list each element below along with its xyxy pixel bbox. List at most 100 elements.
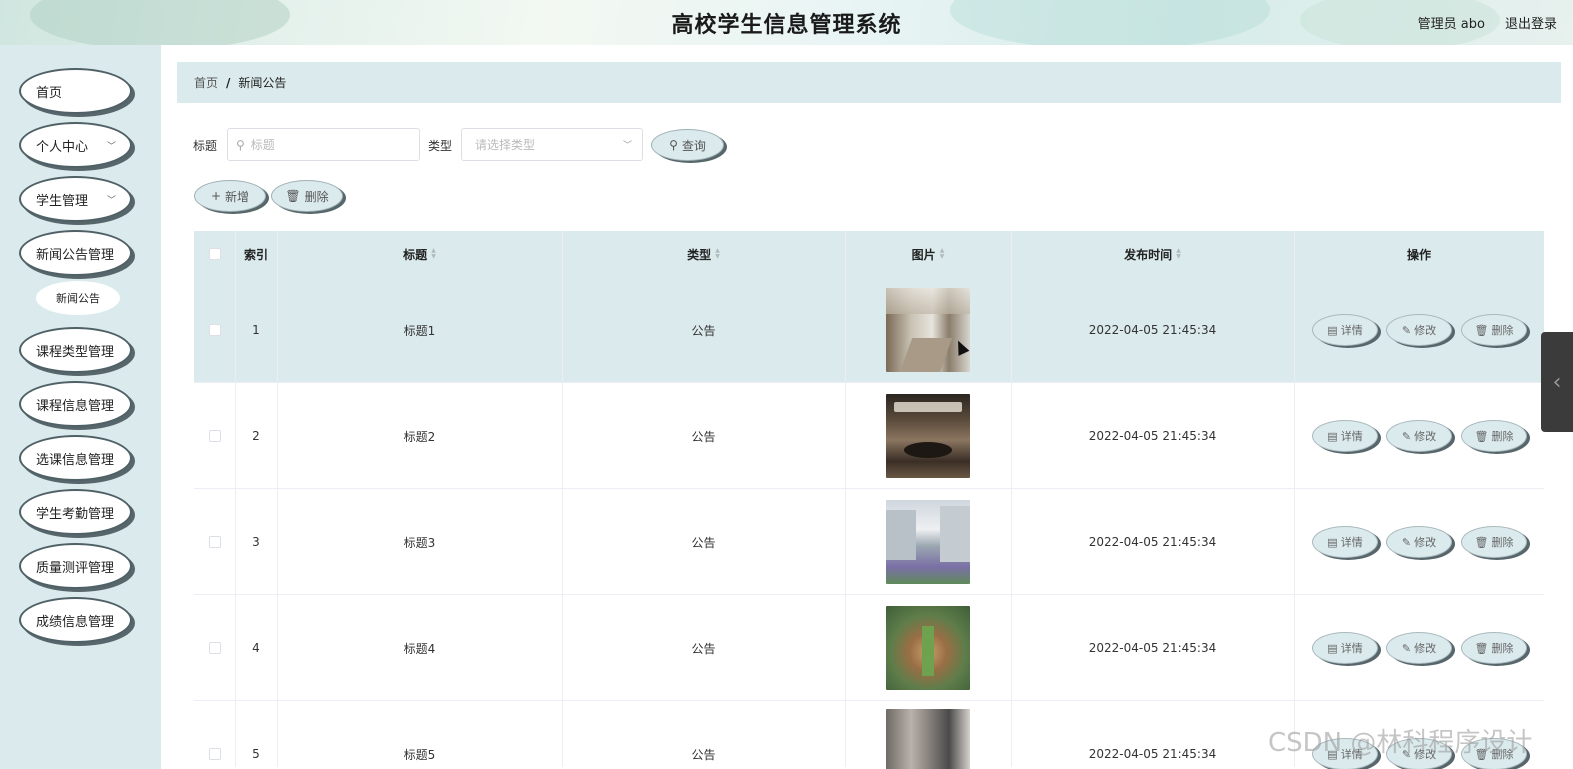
trash-icon: 🗑︎ bbox=[285, 189, 301, 203]
row-image[interactable] bbox=[886, 500, 970, 584]
edit-button[interactable]: ✎ 修改 bbox=[1386, 526, 1452, 558]
side-panel-toggle[interactable]: ‹ bbox=[1541, 332, 1573, 432]
row-type: 公告 bbox=[691, 747, 716, 762]
table-header: 索引 标题 ▲ ▼ 类型 ▲ ▼ 图片 ▲ ▼ 发布时间 ▲ ▼ 操作 bbox=[194, 231, 1544, 277]
row-image[interactable] bbox=[886, 288, 970, 372]
search-icon: ⚲ bbox=[669, 138, 678, 152]
watermark: CSDN @林科程序设计 bbox=[1268, 728, 1533, 758]
document-icon: ▤ bbox=[1327, 535, 1338, 549]
row-checkbox[interactable] bbox=[208, 430, 221, 442]
edit-button[interactable]: ✎ 修改 bbox=[1386, 420, 1452, 452]
sidebar-item-course-selection[interactable]: 选课信息管理 bbox=[19, 435, 132, 481]
sort-icon[interactable]: ▲ ▼ bbox=[431, 248, 436, 260]
breadcrumb-separator: / bbox=[226, 75, 231, 90]
row-index: 5 bbox=[252, 747, 260, 761]
title-label: 标题 bbox=[193, 139, 218, 153]
detail-button[interactable]: ▤ 详情 bbox=[1312, 632, 1378, 664]
breadcrumb: 首页 / 新闻公告 bbox=[177, 62, 1561, 103]
row-checkbox[interactable] bbox=[208, 748, 221, 760]
row-index: 3 bbox=[252, 535, 260, 549]
document-icon: ▤ bbox=[1327, 323, 1338, 337]
sidebar-item-personal-center[interactable]: 个人中心 ﹀ bbox=[19, 122, 132, 168]
breadcrumb-current: 新闻公告 bbox=[238, 76, 287, 90]
row-title: 标题1 bbox=[403, 323, 436, 338]
row-type: 公告 bbox=[691, 641, 716, 656]
trash-icon: 🗑︎ bbox=[1474, 535, 1489, 549]
chevron-down-icon: ﹀ bbox=[106, 142, 116, 152]
table-row[interactable]: 1 标题1 公告 2022-04-05 21:45:34 ▤ 详情 ✎ 修改 🗑︎ 删… bbox=[194, 277, 1544, 383]
row-title: 标题4 bbox=[403, 641, 436, 656]
pencil-icon: ✎ bbox=[1401, 429, 1412, 443]
top-header: 高校学生信息管理系统 管理员 abo 退出登录 bbox=[0, 0, 1573, 45]
edit-button[interactable]: ✎ 修改 bbox=[1386, 314, 1452, 346]
pencil-icon: ✎ bbox=[1401, 535, 1412, 549]
pencil-icon: ✎ bbox=[1401, 323, 1412, 337]
row-checkbox[interactable] bbox=[208, 536, 221, 548]
add-button[interactable]: + 新增 bbox=[194, 180, 266, 212]
title-search-input[interactable]: ⚲ 标题 bbox=[227, 128, 420, 161]
query-button[interactable]: ⚲ 查询 bbox=[651, 129, 724, 161]
app-title: 高校学生信息管理系统 bbox=[671, 13, 902, 38]
edit-button[interactable]: ✎ 修改 bbox=[1386, 632, 1452, 664]
user-area: 管理员 abo 退出登录 bbox=[1418, 13, 1557, 32]
row-index: 2 bbox=[252, 429, 260, 443]
header-type[interactable]: 类型 ▲ ▼ bbox=[562, 231, 845, 277]
sidebar-item-student-management[interactable]: 学生管理 ﹀ bbox=[19, 176, 132, 222]
row-image[interactable] bbox=[886, 394, 970, 478]
logout-link[interactable]: 退出登录 bbox=[1505, 13, 1557, 32]
sidebar-item-course-info[interactable]: 课程信息管理 bbox=[19, 381, 132, 427]
document-icon: ▤ bbox=[1327, 429, 1338, 443]
trash-icon: 🗑︎ bbox=[1474, 323, 1489, 337]
table-row[interactable]: 3 标题3 公告 2022-04-05 21:45:34 ▤ 详情 ✎ 修改 🗑︎ 删… bbox=[194, 489, 1544, 595]
sort-icon[interactable]: ▲ ▼ bbox=[1176, 248, 1181, 260]
detail-button[interactable]: ▤ 详情 bbox=[1312, 314, 1378, 346]
delete-button[interactable]: 🗑︎ 删除 bbox=[1461, 420, 1527, 452]
document-icon: ▤ bbox=[1327, 641, 1338, 655]
row-publish-time: 2022-04-05 21:45:34 bbox=[1088, 535, 1217, 549]
search-icon: ⚲ bbox=[236, 137, 245, 152]
row-checkbox[interactable] bbox=[208, 642, 221, 654]
header-image[interactable]: 图片 ▲ ▼ bbox=[845, 231, 1011, 277]
row-publish-time: 2022-04-05 21:45:34 bbox=[1088, 429, 1217, 443]
header-title[interactable]: 标题 ▲ ▼ bbox=[277, 231, 562, 277]
sort-icon[interactable]: ▲ ▼ bbox=[715, 248, 720, 260]
row-image[interactable] bbox=[886, 709, 970, 769]
sidebar-item-quality-evaluation[interactable]: 质量测评管理 bbox=[19, 543, 132, 589]
row-type: 公告 bbox=[691, 323, 716, 338]
row-checkbox[interactable] bbox=[208, 324, 221, 336]
row-publish-time: 2022-04-05 21:45:34 bbox=[1088, 747, 1217, 761]
chevron-down-icon: ﹀ bbox=[622, 141, 632, 151]
delete-button[interactable]: 🗑︎ 删除 bbox=[1461, 314, 1527, 346]
table-row[interactable]: 4 标题4 公告 2022-04-05 21:45:34 ▤ 详情 ✎ 修改 🗑︎ 删… bbox=[194, 595, 1544, 701]
sidebar-item-news-management[interactable]: 新闻公告管理 bbox=[19, 230, 132, 276]
row-title: 标题3 bbox=[403, 535, 436, 550]
sidebar-item-home[interactable]: 首页 bbox=[19, 68, 132, 114]
title-placeholder: 标题 bbox=[250, 138, 275, 152]
sidebar-item-attendance[interactable]: 学生考勤管理 bbox=[19, 489, 132, 535]
sidebar-item-grades[interactable]: 成绩信息管理 bbox=[19, 597, 132, 643]
select-all-checkbox[interactable] bbox=[208, 248, 221, 260]
header-index: 索引 bbox=[243, 247, 268, 262]
row-index: 4 bbox=[252, 641, 260, 655]
type-select[interactable]: 请选择类型 ﹀ bbox=[461, 128, 643, 161]
chevron-down-icon: ﹀ bbox=[106, 196, 116, 206]
batch-delete-button[interactable]: 🗑︎ 删除 bbox=[271, 180, 343, 212]
header-ops: 操作 bbox=[1406, 247, 1431, 262]
pencil-icon: ✎ bbox=[1401, 641, 1412, 655]
sort-icon[interactable]: ▲ ▼ bbox=[940, 248, 945, 260]
table-row[interactable]: 2 标题2 公告 2022-04-05 21:45:34 ▤ 详情 ✎ 修改 🗑︎ 删… bbox=[194, 383, 1544, 489]
sidebar-subitem-news[interactable]: 新闻公告 bbox=[36, 281, 120, 315]
sidebar-item-course-type[interactable]: 课程类型管理 bbox=[19, 327, 132, 373]
trash-icon: 🗑︎ bbox=[1474, 641, 1489, 655]
delete-button[interactable]: 🗑︎ 删除 bbox=[1461, 526, 1527, 558]
breadcrumb-home[interactable]: 首页 bbox=[194, 74, 218, 91]
row-image[interactable] bbox=[886, 606, 970, 690]
chevron-left-icon: ‹ bbox=[1552, 369, 1562, 395]
detail-button[interactable]: ▤ 详情 bbox=[1312, 420, 1378, 452]
detail-button[interactable]: ▤ 详情 bbox=[1312, 526, 1378, 558]
delete-button[interactable]: 🗑︎ 删除 bbox=[1461, 632, 1527, 664]
trash-icon: 🗑︎ bbox=[1474, 429, 1489, 443]
user-label[interactable]: 管理员 abo bbox=[1418, 13, 1485, 32]
header-publish-time[interactable]: 发布时间 ▲ ▼ bbox=[1011, 231, 1294, 277]
row-publish-time: 2022-04-05 21:45:34 bbox=[1088, 323, 1217, 337]
